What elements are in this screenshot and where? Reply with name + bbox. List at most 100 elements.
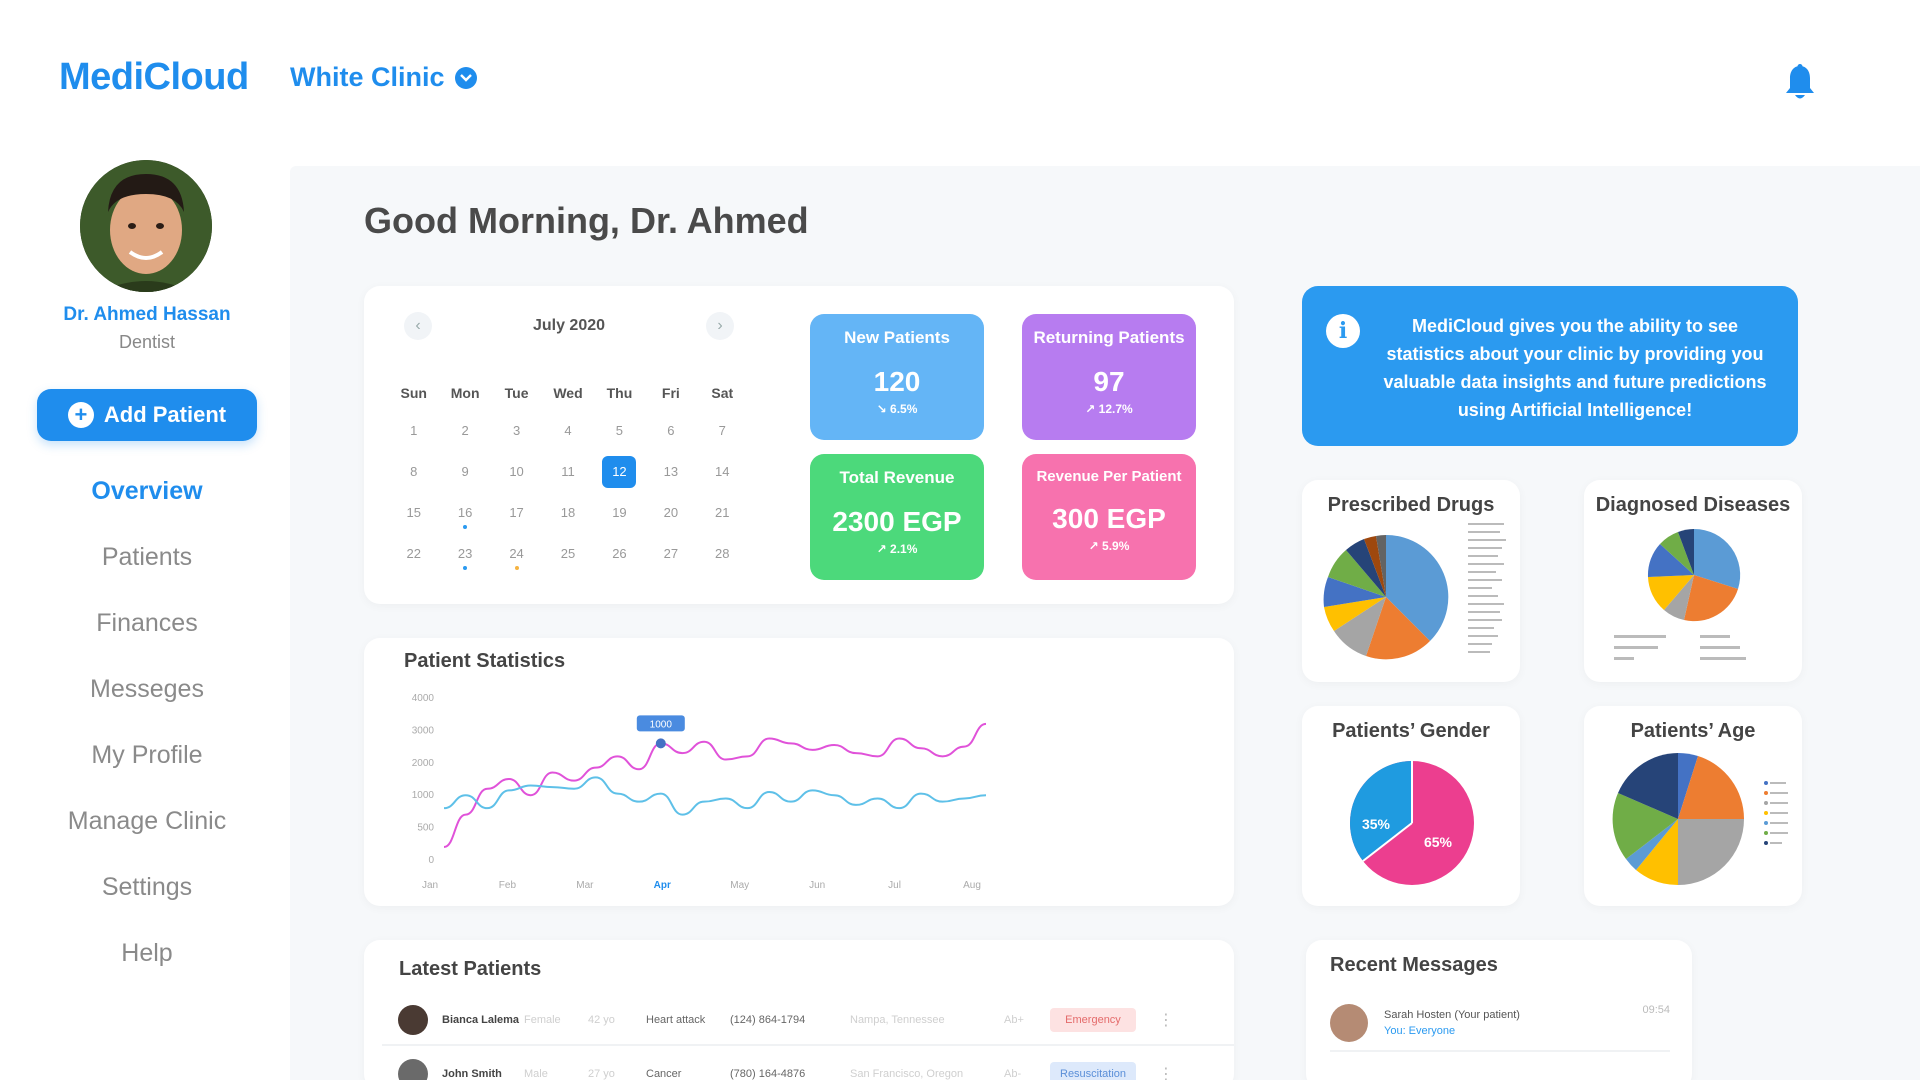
patient-name: Bianca Lalema — [442, 1014, 520, 1026]
calendar-day[interactable]: 1 — [388, 410, 439, 451]
calendar-day[interactable]: 10 — [491, 451, 542, 492]
patient-gender: Male — [524, 1068, 548, 1080]
calendar-day[interactable]: 19 — [594, 492, 645, 533]
latest-patients-title: Latest Patients — [399, 958, 542, 980]
status-badge: Emergency — [1050, 1008, 1136, 1032]
patients-age-title: Patients’ Age — [1630, 720, 1756, 742]
patient-location: San Francisco, Oregon — [850, 1068, 964, 1080]
patients-age-card[interactable]: Patients’ Age — [1584, 706, 1802, 906]
patient-age: 27 yo — [588, 1068, 615, 1080]
calendar-day[interactable]: 26 — [594, 533, 645, 574]
x-tick-label: Mar — [576, 880, 594, 891]
avatar[interactable] — [80, 160, 212, 292]
more-vertical-icon[interactable]: ⋮ — [1158, 1064, 1174, 1080]
sidebar-item-patients[interactable]: Patients — [20, 524, 274, 590]
sidebar-item-finances[interactable]: Finances — [20, 590, 274, 656]
patient-statistics-card: Patient Statistics 0 500 1000 2000 3000 4000 J… — [364, 638, 1234, 906]
patient-blood-type: Ab- — [1004, 1068, 1022, 1080]
clinic-name: White Clinic — [290, 62, 445, 92]
recent-messages-title: Recent Messages — [1330, 954, 1498, 976]
patient-diagnosis: Cancer — [646, 1068, 682, 1080]
prescribed-drugs-card[interactable]: Prescribed Drugs — [1302, 480, 1520, 682]
returning-patients-card[interactable]: Returning Patients 97 ↗ 12.7% — [1022, 314, 1196, 440]
calendar-day[interactable]: 24 — [491, 533, 542, 574]
message-item[interactable]: Sarah Hosten (Your patient) You: Everyon… — [1330, 996, 1670, 1052]
event-dot — [463, 566, 468, 570]
calendar-day[interactable]: 16 — [439, 492, 490, 533]
calendar-day[interactable]: 13 — [645, 451, 696, 492]
y-tick-label: 1000 — [412, 790, 435, 801]
new-patients-card[interactable]: New Patients 120 ↘ 6.5% — [810, 314, 984, 440]
table-row[interactable]: John Smith Male 27 yo Cancer (780) 164-4… — [382, 1050, 1234, 1080]
calendar-dow: Mon — [450, 385, 480, 401]
highlight-point[interactable] — [655, 738, 666, 749]
calendar-day[interactable]: 5 — [594, 410, 645, 451]
page-title: Good Morning, Dr. Ahmed — [364, 200, 809, 241]
add-patient-button[interactable]: + Add Patient — [37, 389, 257, 441]
sidebar-item-help[interactable]: Help — [20, 920, 274, 986]
chevron-right-icon[interactable]: › — [706, 312, 734, 340]
y-tick-label: 3000 — [412, 725, 435, 736]
calendar-day[interactable]: 11 — [542, 451, 593, 492]
sidebar-item-messages[interactable]: Messeges — [20, 656, 274, 722]
info-banner: i MediCloud gives you the ability to see… — [1302, 286, 1798, 446]
diagnosed-diseases-card[interactable]: Diagnosed Diseases — [1584, 480, 1802, 682]
bell-icon[interactable] — [1784, 64, 1816, 102]
x-tick-label: Jul — [888, 880, 901, 891]
calendar-day[interactable]: 15 — [388, 492, 439, 533]
chevron-down-icon — [454, 66, 477, 89]
calendar-day[interactable]: 17 — [491, 492, 542, 533]
patient-blood-type: Ab+ — [1004, 1014, 1024, 1026]
sidebar-item-manage-clinic[interactable]: Manage Clinic — [20, 788, 274, 854]
patients-gender-card[interactable]: Patients’ Gender 35% 65% — [1302, 706, 1520, 906]
clinic-selector[interactable]: White Clinic — [290, 62, 477, 93]
calendar-day[interactable]: 21 — [697, 492, 748, 533]
table-row[interactable]: Bianca Lalema Female 42 yo Heart attack … — [382, 996, 1234, 1046]
trend-up-icon: ↗ — [876, 542, 891, 556]
calendar-day[interactable]: 12 — [594, 451, 645, 492]
sidebar-item-overview[interactable]: Overview — [20, 458, 274, 524]
chevron-left-icon[interactable]: ‹ — [404, 312, 432, 340]
patients-gender-title: Patients’ Gender — [1332, 720, 1490, 742]
returning-patients-change: ↗ 12.7% — [1085, 402, 1133, 416]
new-patients-label: New Patients — [844, 328, 950, 347]
avatar — [398, 1005, 428, 1035]
more-vertical-icon[interactable]: ⋮ — [1158, 1010, 1174, 1030]
sidebar-item-my-profile[interactable]: My Profile — [20, 722, 274, 788]
gender-male-label: 35% — [1362, 816, 1391, 832]
message-time: 09:54 — [1642, 1004, 1670, 1016]
new-patients-change: ↘ 6.5% — [876, 402, 918, 416]
total-revenue-change: ↗ 2.1% — [876, 542, 918, 556]
patient-statistics-chart: 0 500 1000 2000 3000 4000 Jan Feb Mar Apr May Jun Ju… — [412, 693, 987, 891]
calendar-day[interactable]: 22 — [388, 533, 439, 574]
calendar-day[interactable]: 4 — [542, 410, 593, 451]
trend-down-icon: ↘ — [876, 402, 891, 416]
calendar-day[interactable]: 6 — [645, 410, 696, 451]
x-tick-label: Apr — [654, 880, 671, 891]
revenue-per-patient-value: 300 EGP — [1052, 503, 1166, 534]
calendar-day[interactable]: 3 — [491, 410, 542, 451]
revenue-per-patient-card[interactable]: Revenue Per Patient 300 EGP ↗ 5.9% — [1022, 454, 1196, 580]
calendar-day[interactable]: 18 — [542, 492, 593, 533]
calendar-day[interactable]: 9 — [439, 451, 490, 492]
calendar-day[interactable]: 28 — [697, 533, 748, 574]
calendar-day[interactable]: 8 — [388, 451, 439, 492]
brand-logo: MediCloud — [59, 56, 249, 98]
total-revenue-card[interactable]: Total Revenue 2300 EGP ↗ 2.1% — [810, 454, 984, 580]
x-tick-label: Jan — [422, 880, 438, 891]
calendar-dow: Fri — [661, 385, 680, 401]
calendar-day[interactable]: 7 — [697, 410, 748, 451]
sidebar-nav: Overview Patients Finances Messeges My P… — [20, 458, 274, 986]
calendar-day[interactable]: 27 — [645, 533, 696, 574]
x-tick-label: May — [730, 880, 749, 891]
calendar-day[interactable]: 23 — [439, 533, 490, 574]
calendar-day[interactable]: 14 — [697, 451, 748, 492]
patient-phone: (124) 864-1794 — [730, 1014, 806, 1026]
calendar-day[interactable]: 25 — [542, 533, 593, 574]
calendar-dow: Tue — [504, 385, 529, 401]
trend-up-icon: ↗ — [1085, 402, 1099, 416]
recent-messages-card: Recent Messages Sarah Hosten (Your patie… — [1306, 940, 1692, 1080]
calendar-day[interactable]: 20 — [645, 492, 696, 533]
sidebar-item-settings[interactable]: Settings — [20, 854, 274, 920]
calendar-day[interactable]: 2 — [439, 410, 490, 451]
